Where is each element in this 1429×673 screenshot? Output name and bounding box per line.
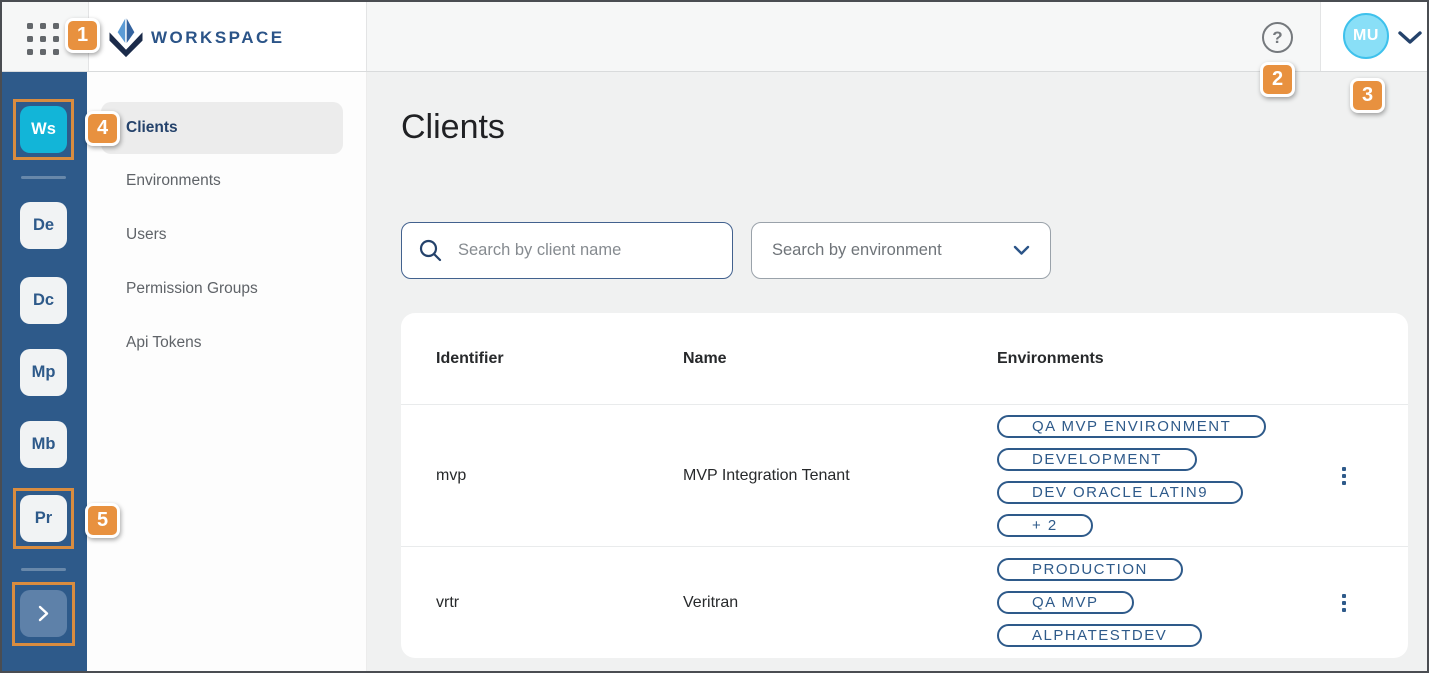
environment-tag: QA MVP [997,591,1134,614]
app-launcher-icon[interactable] [27,23,59,55]
table-header-row: Identifier Name Environments [401,313,1408,405]
row-actions-kebab-icon[interactable] [1337,589,1351,617]
client-search [401,222,733,279]
annotation-badge-3: 3 [1350,78,1385,113]
client-identifier: mvp [436,467,683,485]
avatar[interactable]: MU [1343,13,1389,59]
chevron-down-icon[interactable] [1397,30,1423,50]
environment-tags: QA MVP ENVIRONMENT DEVELOPMENT DEV ORACL… [997,405,1320,547]
environment-tag: PRODUCTION [997,558,1183,581]
sidebar-item-clients[interactable]: Clients [101,102,343,154]
app-rail: Ws De Dc Mp Mb Pr [2,72,87,671]
sidebar-item-users[interactable]: Users [101,209,343,261]
dot [53,36,59,42]
table-row: vrtr Veritran PRODUCTION QA MVP ALPHATES… [401,547,1408,658]
dot [40,49,46,55]
sidebar-item-api-tokens[interactable]: Api Tokens [101,317,343,369]
client-name: MVP Integration Tenant [683,467,997,485]
column-identifier: Identifier [436,350,683,368]
column-environments: Environments [997,350,1320,368]
help-icon[interactable]: ? [1262,22,1293,53]
expand-rail-button[interactable] [20,590,67,637]
environment-tag: QA MVP ENVIRONMENT [997,415,1266,438]
environment-filter-select[interactable]: Search by environment [751,222,1051,279]
environment-tag: DEV ORACLE LATIN9 [997,481,1243,504]
annotation-badge-5: 5 [85,503,120,538]
rail-item-pr[interactable]: Pr [20,495,67,542]
client-identifier: vrtr [436,594,683,612]
row-actions-kebab-icon[interactable] [1337,462,1351,490]
annotation-badge-1: 1 [65,18,100,53]
column-name: Name [683,350,997,368]
search-client-input[interactable] [401,222,733,279]
sidebar-item-permission-groups[interactable]: Permission Groups [101,263,343,315]
dot [27,23,33,29]
environment-tag: ALPHATESTDEV [997,624,1202,647]
rail-item-de[interactable]: De [20,202,67,249]
chevron-down-icon [1013,245,1030,256]
rail-item-workspace[interactable]: Ws [20,106,67,153]
rail-item-mb[interactable]: Mb [20,421,67,468]
dot [53,49,59,55]
chevron-right-icon [35,605,52,622]
workspace-nav: Clients Environments Users Permission Gr… [87,72,367,671]
more-environments-tag[interactable]: + 2 [997,514,1093,537]
environment-tags: PRODUCTION QA MVP ALPHATESTDEV [997,548,1320,657]
clients-table: Identifier Name Environments mvp MVP Int… [401,313,1408,658]
client-name: Veritran [683,594,997,612]
sidebar-item-environments[interactable]: Environments [101,155,343,207]
dot [40,36,46,42]
dot [27,49,33,55]
rail-divider [21,568,66,571]
page-title: Clients [401,108,505,147]
top-bar: WORKSPACE ? MU [2,2,1427,72]
brand-title: WORKSPACE [151,28,285,48]
dot [53,23,59,29]
dot [40,23,46,29]
brand-section: WORKSPACE [88,2,367,71]
rail-item-dc[interactable]: Dc [20,277,67,324]
account-section: MU [1320,2,1427,71]
table-row: mvp MVP Integration Tenant QA MVP ENVIRO… [401,405,1408,547]
annotation-badge-4: 4 [85,111,120,146]
rail-divider [21,176,66,179]
workspace-logo-icon[interactable] [106,14,146,63]
annotation-badge-2: 2 [1260,62,1295,97]
workspace-app-window: WORKSPACE ? MU Ws De Dc Mp Mb Pr Client [0,0,1429,673]
environment-tag: DEVELOPMENT [997,448,1197,471]
environment-filter-label: Search by environment [772,241,1013,260]
dot [27,36,33,42]
rail-item-mp[interactable]: Mp [20,349,67,396]
